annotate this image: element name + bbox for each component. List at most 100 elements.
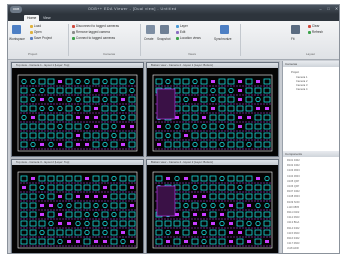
tree-item[interactable]: Camera 1 (296, 76, 307, 79)
smd-pad (85, 116, 89, 119)
list-item[interactable]: C104 0603 (287, 175, 300, 179)
smd-pad (130, 240, 134, 243)
pcb-layout-view[interactable] (12, 166, 143, 253)
smd-pad (238, 116, 242, 119)
view-title: Bottom view - Camera 2 - layout 1 [Layer… (147, 63, 278, 68)
minimize-icon[interactable]: – (317, 6, 324, 12)
connect-cameras-button[interactable]: Connect to tagged cameras (72, 36, 115, 40)
list-item[interactable]: U113 BGA (287, 221, 299, 225)
list-item[interactable]: R101 0402 (287, 159, 300, 163)
pcb-layout-view[interactable] (12, 69, 143, 156)
ic-footprint (156, 88, 176, 120)
clear-label: Clear (311, 24, 320, 28)
connect-icon (72, 36, 75, 40)
layer-button[interactable]: Layer (176, 24, 188, 28)
load-button[interactable]: Load (30, 24, 41, 28)
smd-pad (265, 240, 269, 243)
smd-pad (121, 125, 125, 128)
smd-pad (31, 177, 35, 180)
smd-pad (265, 107, 269, 110)
list-item[interactable]: U105 QFP (287, 180, 299, 184)
view-window-1[interactable]: Top view - Camera 1 - layout 1 [Layer: T… (11, 62, 144, 157)
list-item[interactable]: R116 0402 (287, 237, 300, 241)
tree-item[interactable]: Camera 2 (296, 80, 307, 83)
disconnect-cameras-label: Disconnect to tagged cameras (75, 24, 119, 28)
view-window-4[interactable]: Bottom view - Camera 4 - layout 2 [Layer… (146, 159, 279, 253)
smd-pad (193, 213, 197, 216)
smd-pad (85, 195, 89, 198)
smd-pad (184, 134, 188, 137)
disconnect-icon (72, 24, 75, 28)
smd-pad (238, 80, 242, 83)
list-item[interactable]: R107 0402 (287, 190, 300, 194)
location-views-button[interactable]: Location views (176, 36, 201, 40)
close-icon[interactable]: ✕ (333, 6, 339, 12)
save-project-button[interactable]: Save Project (30, 36, 52, 40)
smd-pad (211, 80, 215, 83)
smd-pad (247, 204, 251, 207)
edit-button[interactable]: Edit (176, 30, 185, 34)
list-item[interactable]: C117 0603 (287, 242, 300, 246)
workspace-button[interactable]: Workspace (9, 37, 25, 41)
group-label-layout: Layout (306, 52, 316, 56)
open-button[interactable]: Open (30, 30, 42, 34)
folder-icon (30, 24, 33, 28)
smd-pad (94, 125, 98, 128)
tree-item[interactable]: Project (291, 71, 299, 74)
smd-pad (94, 107, 98, 110)
smd-pad (94, 89, 98, 92)
snapshot-button[interactable]: Snapshot (157, 37, 170, 41)
list-item[interactable]: U106 QFP (287, 185, 299, 189)
list-item[interactable]: R102 0402 (287, 164, 300, 168)
smd-pad (130, 186, 134, 189)
list-item[interactable]: R111 0402 (287, 211, 299, 215)
smd-pad (211, 107, 215, 110)
smd-pad (202, 213, 206, 216)
smd-pad (238, 98, 242, 101)
edit-label: Edit (179, 30, 186, 34)
smd-pad (103, 240, 107, 243)
pcb-layout-view[interactable] (147, 69, 278, 156)
window-title: ODB++ EDA Viewer - [Dual view] - Untitle… (88, 7, 177, 11)
app-menu-button[interactable]: ODB (10, 6, 22, 13)
smd-pad (67, 240, 71, 243)
maximize-icon[interactable]: □ (325, 6, 332, 12)
camera-icon (160, 25, 169, 34)
list-item[interactable]: D109 SOD (287, 201, 300, 205)
smd-pad (130, 204, 134, 207)
list-item[interactable]: R114 0402 (287, 227, 300, 231)
list-item[interactable]: C115 0603 (287, 232, 300, 236)
smd-pad (238, 125, 242, 128)
list-item[interactable]: L110 0805 (287, 206, 299, 210)
group-label-views: Views (188, 52, 196, 56)
smd-pad (76, 240, 80, 243)
pcb-layout-view[interactable] (147, 166, 278, 253)
layer-icon (176, 24, 179, 28)
remove-camera-button[interactable]: Remove tagged camera (72, 30, 110, 34)
view-window-3[interactable]: Top view - Camera 3 - layout 2 [Layer: T… (11, 159, 144, 253)
list-item[interactable]: C108 0603 (287, 195, 300, 199)
fit-button[interactable]: Fit (291, 37, 295, 41)
list-item[interactable]: C112 0603 (287, 216, 300, 220)
smd-pad (175, 231, 179, 234)
smd-pad (229, 231, 233, 234)
tree-item[interactable]: Camera 4 (296, 88, 307, 91)
smd-pad (76, 116, 80, 119)
smd-pad (85, 143, 89, 146)
tree-item[interactable]: Camera 3 (296, 84, 307, 87)
smd-pad (193, 231, 197, 234)
disconnect-cameras-button[interactable]: Disconnect to tagged cameras (72, 24, 119, 28)
refresh-button[interactable]: Refresh (308, 30, 323, 34)
smd-pad (40, 213, 44, 216)
list-item[interactable]: J118 HDR (287, 247, 299, 251)
smd-pad (76, 195, 80, 198)
clear-button[interactable]: Clear (308, 24, 320, 28)
smd-pad (58, 98, 62, 101)
smd-pad (175, 116, 179, 119)
smd-pad (229, 204, 233, 207)
list-item[interactable]: C103 0603 (287, 169, 300, 173)
view-window-2[interactable]: Bottom view - Camera 2 - layout 1 [Layer… (146, 62, 279, 157)
smd-pad (31, 116, 35, 119)
create-button[interactable]: Create (144, 37, 154, 41)
synchronize-button[interactable]: Synchronize (214, 37, 232, 41)
